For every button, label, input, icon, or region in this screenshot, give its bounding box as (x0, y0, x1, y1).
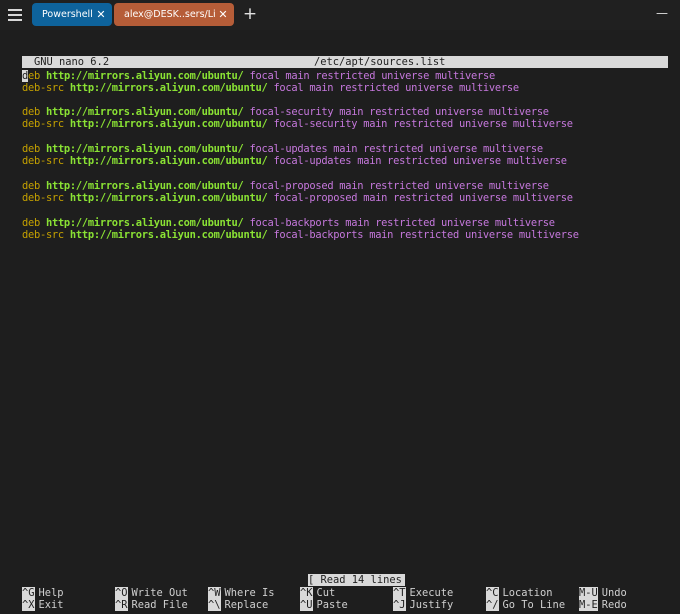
shortcut-location[interactable]: ^C Location (486, 587, 553, 599)
source-type: deb-src (22, 192, 64, 204)
shortcut-label: Go To Line (502, 599, 566, 611)
source-url: http://mirrors.aliyun.com/ubuntu/ (69, 118, 268, 130)
source-suite: focal-security main restricted universe … (273, 118, 573, 130)
shortcut-key: ^X (22, 599, 35, 611)
source-suite: focal-updates main restricted universe m… (249, 143, 544, 155)
source-type: deb (22, 143, 40, 155)
shortcut-exit[interactable]: ^X Exit (22, 599, 64, 611)
shortcut-key: ^C (486, 587, 499, 599)
source-line: deb http://mirrors.aliyun.com/ubuntu/ fo… (22, 217, 555, 229)
shortcut-undo[interactable]: M-U Undo (579, 587, 627, 599)
source-type: deb-src (22, 82, 64, 94)
source-suite: focal-security main restricted universe … (249, 106, 550, 118)
source-type: deb (22, 180, 40, 192)
source-url: http://mirrors.aliyun.com/ubuntu/ (69, 82, 268, 94)
shortcut-label: Execute (409, 587, 454, 599)
shortcut-help[interactable]: ^G Help (22, 587, 64, 599)
shortcut-label: Location (502, 587, 553, 599)
source-url: http://mirrors.aliyun.com/ubuntu/ (69, 192, 268, 204)
shortcut-key: ^R (115, 599, 128, 611)
shortcut-key: ^K (300, 587, 313, 599)
source-line: deb-src http://mirrors.aliyun.com/ubuntu… (22, 82, 519, 94)
source-suite: focal-updates main restricted universe m… (273, 155, 567, 167)
source-url: http://mirrors.aliyun.com/ubuntu/ (45, 143, 244, 155)
close-icon[interactable]: ✕ (216, 8, 230, 21)
shortcut-label: Undo (601, 587, 627, 599)
title-bar: Powershell ✕ alex@DESK..sers/Lian ✕ + — (0, 0, 680, 30)
shortcut-key: ^O (115, 587, 128, 599)
source-suite: focal main restricted universe multivers… (273, 82, 519, 94)
tab-label: alex@DESK..sers/Lian (124, 9, 216, 20)
shortcut-key: ^G (22, 587, 35, 599)
source-url: http://mirrors.aliyun.com/ubuntu/ (45, 217, 244, 229)
shortcut-label: Paste (316, 599, 348, 611)
source-url: http://mirrors.aliyun.com/ubuntu/ (69, 155, 268, 167)
shortcut-key: ^\ (208, 599, 221, 611)
source-line: deb-src http://mirrors.aliyun.com/ubuntu… (22, 229, 579, 241)
source-line: deb http://mirrors.aliyun.com/ubuntu/ fo… (22, 106, 549, 118)
source-line: deb http://mirrors.aliyun.com/ubuntu/ fo… (22, 143, 543, 155)
shortcut-label: Redo (601, 599, 627, 611)
source-url: http://mirrors.aliyun.com/ubuntu/ (45, 180, 244, 192)
shortcut-go-to-line[interactable]: ^/Go To Line (486, 599, 565, 611)
shortcut-label: Replace (224, 599, 269, 611)
shortcut-read-file[interactable]: ^R Read File (115, 599, 188, 611)
source-type: deb (22, 217, 40, 229)
source-url: http://mirrors.aliyun.com/ubuntu/ (45, 70, 244, 82)
tab-wsl[interactable]: alex@DESK..sers/Lian ✕ (114, 3, 234, 26)
close-icon[interactable]: ✕ (94, 8, 108, 21)
shortcut-key: ^U (300, 599, 313, 611)
shortcut-key: ^J (393, 599, 406, 611)
shortcut-write-out[interactable]: ^O Write Out (115, 587, 188, 599)
shortcut-redo[interactable]: M-E Redo (579, 599, 627, 611)
source-url: http://mirrors.aliyun.com/ubuntu/ (69, 229, 268, 241)
source-url: http://mirrors.aliyun.com/ubuntu/ (45, 106, 244, 118)
shortcut-replace[interactable]: ^\ Replace (208, 599, 268, 611)
minimize-button[interactable]: — (648, 0, 676, 30)
status-message: [ Read 14 lines ] (308, 574, 415, 586)
source-type: deb-src (22, 229, 64, 241)
terminal[interactable]: GNU nano 6.2 /etc/apt/sources.list deb h… (0, 30, 680, 614)
tab-powershell[interactable]: Powershell ✕ (32, 3, 112, 26)
shortcut-label: Exit (38, 599, 64, 611)
new-tab-button[interactable]: + (242, 3, 258, 26)
shortcut-label: Where Is (224, 587, 275, 599)
shortcut-execute[interactable]: ^T Execute (393, 587, 453, 599)
shortcut-key: ^/ (486, 599, 499, 611)
shortcut-label: Justify (409, 599, 454, 611)
nano-version: GNU nano 6.2 (34, 56, 110, 68)
tab-label: Powershell (42, 9, 93, 20)
shortcut-label: Write Out (131, 587, 188, 599)
source-line: deb-src http://mirrors.aliyun.com/ubuntu… (22, 192, 573, 204)
shortcut-cut[interactable]: ^K Cut (300, 587, 335, 599)
shortcut-key: ^T (393, 587, 406, 599)
source-type: deb (22, 70, 40, 82)
shortcut-key: ^W (208, 587, 221, 599)
nano-header: GNU nano 6.2 /etc/apt/sources.list (22, 56, 668, 68)
source-line: deb-src http://mirrors.aliyun.com/ubuntu… (22, 155, 567, 167)
source-suite: focal-proposed main restricted universe … (249, 180, 550, 192)
shortcut-label: Read File (131, 599, 188, 611)
shortcut-label: Cut (316, 587, 336, 599)
source-type: deb-src (22, 118, 64, 130)
source-line: deb-src http://mirrors.aliyun.com/ubuntu… (22, 118, 573, 130)
shortcut-justify[interactable]: ^J Justify (393, 599, 453, 611)
source-suite: focal-proposed main restricted universe … (273, 192, 573, 204)
source-type: deb (22, 106, 40, 118)
text-cursor: d (22, 70, 28, 82)
source-type: deb-src (22, 155, 64, 167)
source-suite: focal main restricted universe multivers… (249, 70, 496, 82)
shortcut-where-is[interactable]: ^W Where Is (208, 587, 275, 599)
source-line: deb http://mirrors.aliyun.com/ubuntu/ fo… (22, 180, 549, 192)
menu-icon[interactable] (8, 9, 22, 21)
nano-filename: /etc/apt/sources.list (314, 56, 446, 68)
source-line: deb http://mirrors.aliyun.com/ubuntu/ fo… (22, 70, 495, 82)
shortcut-paste[interactable]: ^U Paste (300, 599, 348, 611)
shortcut-key: M-U (579, 587, 598, 599)
shortcut-key: M-E (579, 599, 598, 611)
source-suite: focal-backports main restricted universe… (273, 229, 579, 241)
source-suite: focal-backports main restricted universe… (249, 217, 556, 229)
shortcut-label: Help (38, 587, 64, 599)
